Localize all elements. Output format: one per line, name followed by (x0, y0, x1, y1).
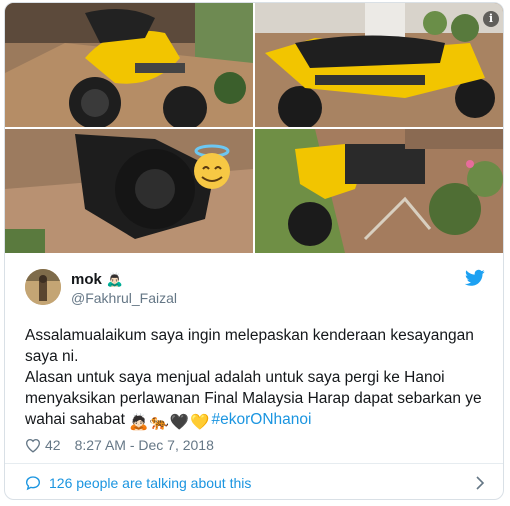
tweet-author: mok 🙇🏻‍♂️ @Fakhrul_Faizal (25, 269, 485, 309)
talking-icon (25, 476, 41, 491)
photo-grid: i (5, 3, 503, 253)
photo-4[interactable] (255, 129, 503, 253)
name-row[interactable]: mok 🙇🏻‍♂️ (71, 271, 123, 288)
tweet-card[interactable]: i (4, 2, 504, 500)
emoji-yellow-heart: 💛 (190, 414, 210, 431)
info-icon[interactable]: i (483, 11, 499, 27)
tweet-line-2: Alasan untuk saya menjual adalah untuk s… (25, 367, 490, 433)
heart-icon[interactable] (25, 438, 41, 453)
chevron-right-icon[interactable] (475, 476, 485, 490)
talking-link[interactable]: 126 people are talking about this (49, 475, 251, 491)
hashtag-link[interactable]: #ekorONhanoi (212, 411, 312, 428)
tweet-meta: 42 8:27 AM - Dec 7, 2018 (25, 435, 214, 455)
photo-2[interactable]: i (255, 3, 503, 127)
divider (5, 463, 503, 464)
emoji-group: 🙇🏻 🐅 🖤 💛 (129, 412, 209, 433)
user-handle[interactable]: @Fakhrul_Faizal (71, 290, 177, 306)
talking-footer[interactable]: 126 people are talking about this (25, 469, 485, 497)
emoji-black-heart: 🖤 (169, 414, 190, 431)
photo-1[interactable] (5, 3, 253, 127)
emoji-tiger: 🐅 (149, 414, 169, 431)
timestamp[interactable]: 8:27 AM - Dec 7, 2018 (75, 437, 214, 453)
like-count[interactable]: 42 (45, 437, 61, 453)
name-emoji: 🙇🏻‍♂️ (106, 271, 124, 287)
tweet-line-1: Assalamualaikum saya ingin melepaskan ke… (25, 327, 474, 365)
photo-3[interactable] (5, 129, 253, 253)
avatar[interactable] (25, 269, 61, 305)
twitter-bird-icon[interactable] (465, 269, 485, 287)
emoji-bowing: 🙇🏻 (129, 414, 149, 431)
tweet-text: Assalamualaikum saya ingin melepaskan ke… (25, 325, 490, 433)
display-name[interactable]: mok (71, 271, 102, 288)
